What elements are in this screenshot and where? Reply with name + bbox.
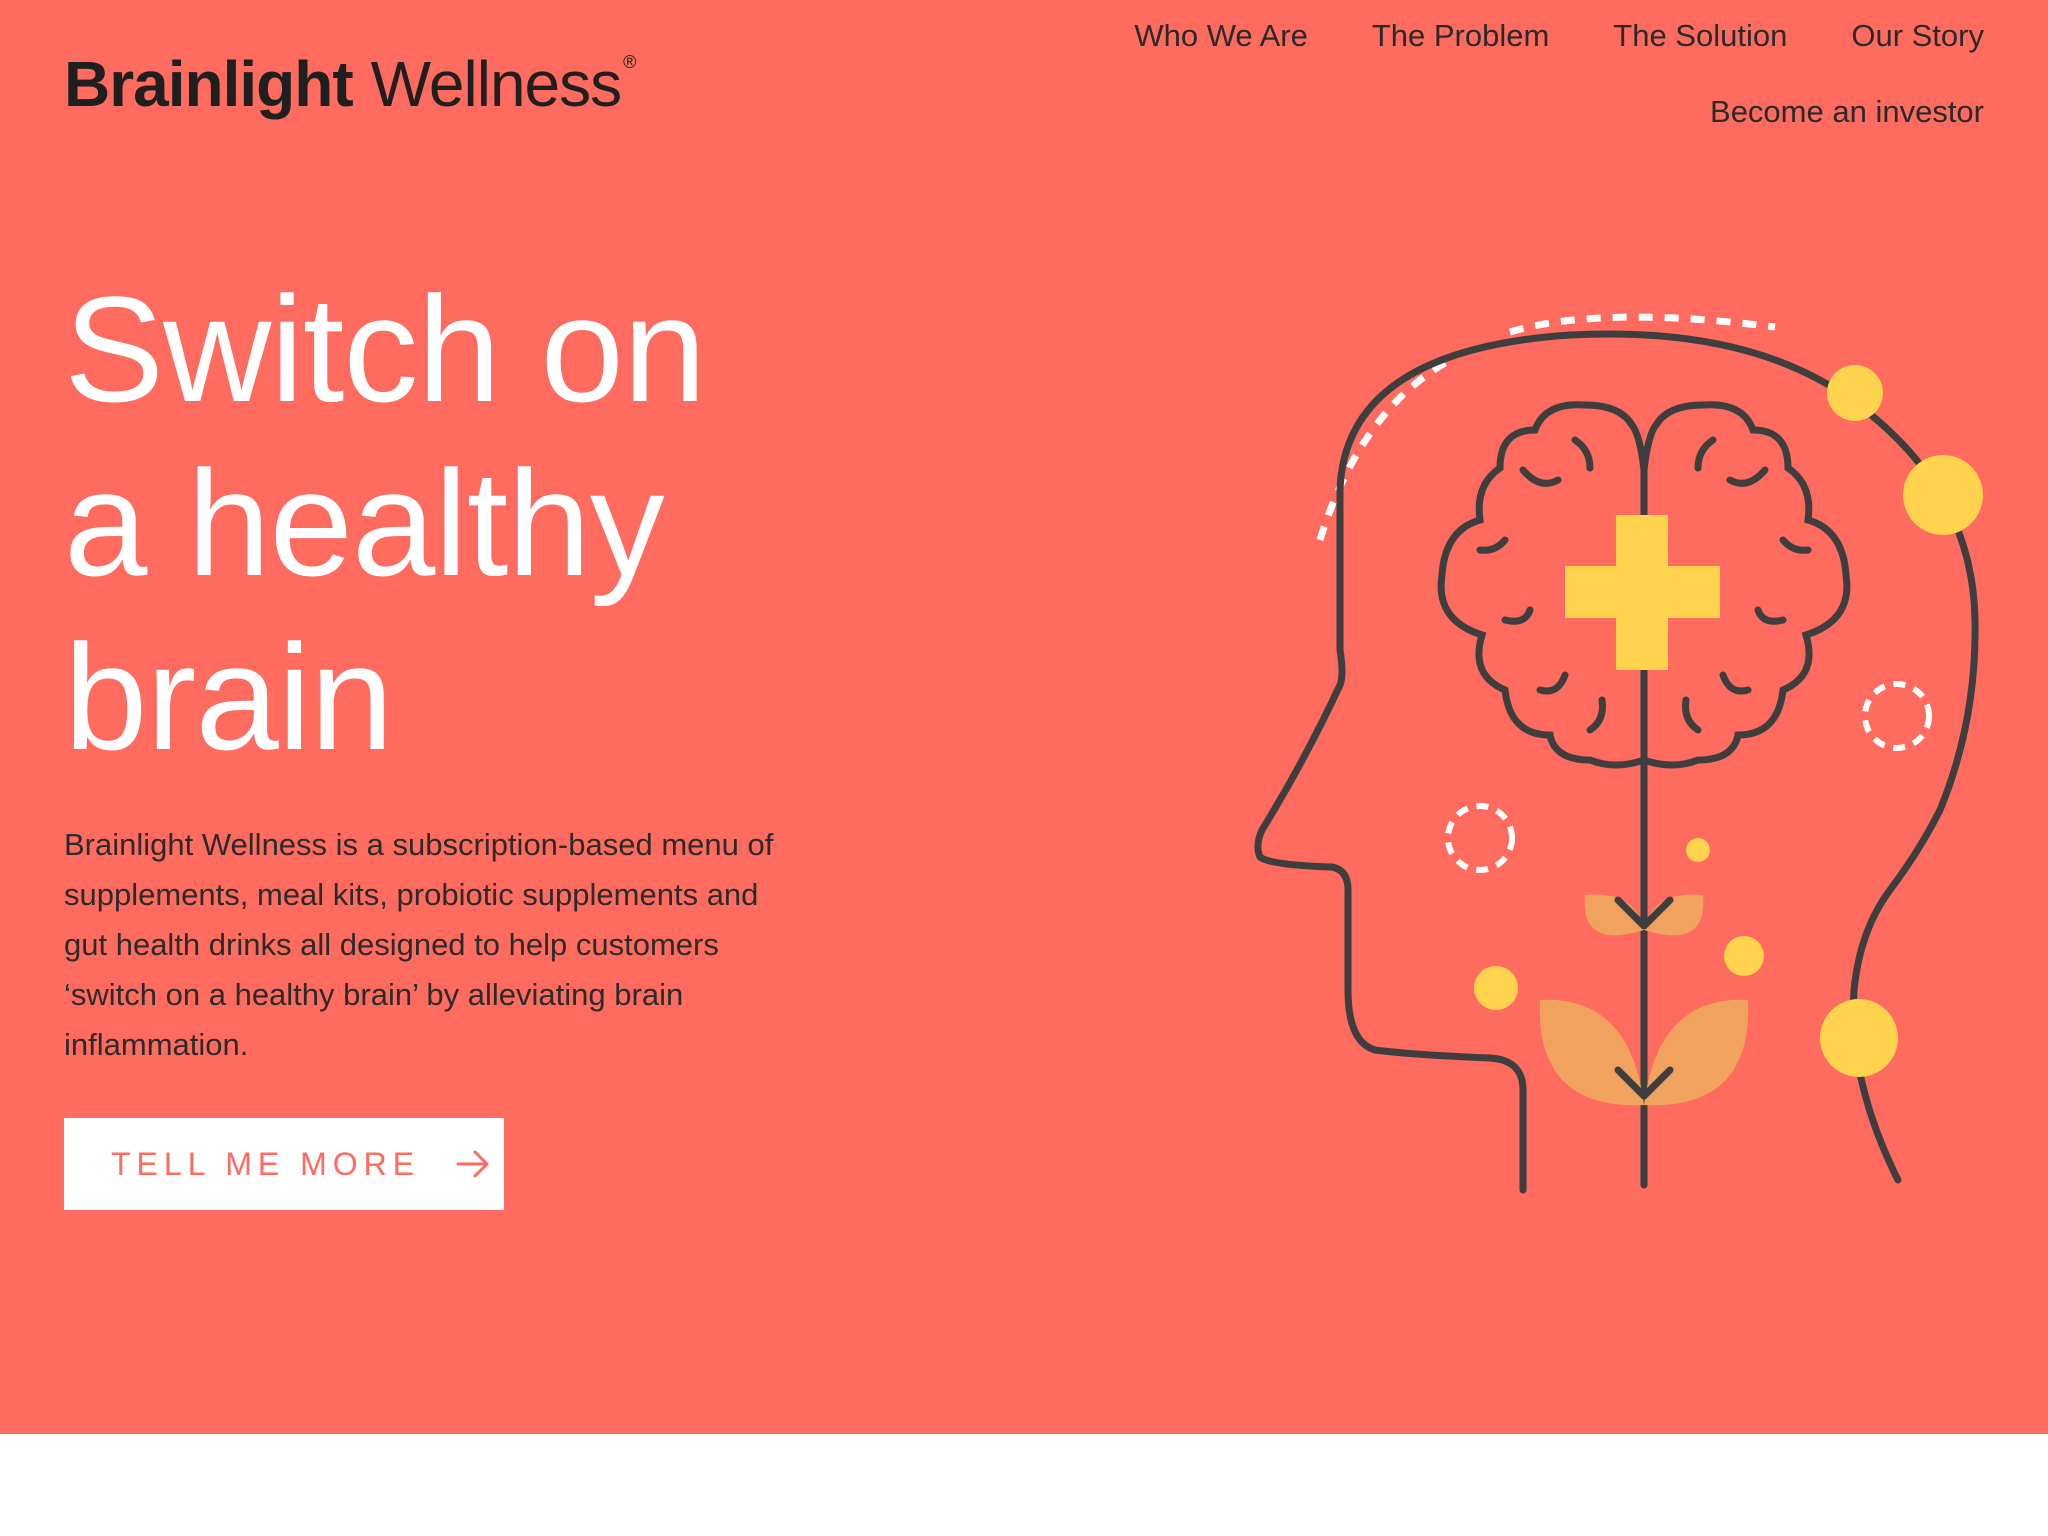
logo-name-bold: Brainlight [64,48,354,120]
nav-row-primary: Who We Are The Problem The Solution Our … [984,14,1984,58]
nav-row-secondary: Become an investor [984,90,1984,134]
arrow-right-icon [456,1149,490,1179]
hero-section: Brainlight Wellness ® Who We Are The Pro… [0,0,2048,1434]
main-nav: Who We Are The Problem The Solution Our … [984,14,1984,134]
head-brain-plant-illustration [1254,313,1983,1194]
logo-name-light: Wellness [370,48,622,120]
hero-description: Brainlight Wellness is a subscription-ba… [64,827,774,1062]
headline-line-1: Switch on [64,265,706,433]
nav-link-the-solution[interactable]: The Solution [1613,14,1787,58]
headline-line-3: brain [64,613,394,781]
nav-link-who-we-are[interactable]: Who We Are [1134,14,1307,58]
cta-label: TELL ME MORE [111,1145,421,1182]
nav-link-the-problem[interactable]: The Problem [1372,14,1549,58]
headline-line-2: a healthy [64,439,665,607]
nav-link-our-story[interactable]: Our Story [1851,14,1984,58]
hero-headline: Switch on a healthy brain [64,262,864,784]
registered-mark: ® [623,52,637,72]
nav-link-become-an-investor[interactable]: Become an investor [1710,90,1984,134]
brand-logo[interactable]: Brainlight Wellness ® [64,44,636,124]
tell-me-more-button[interactable]: TELL ME MORE [64,1118,504,1210]
